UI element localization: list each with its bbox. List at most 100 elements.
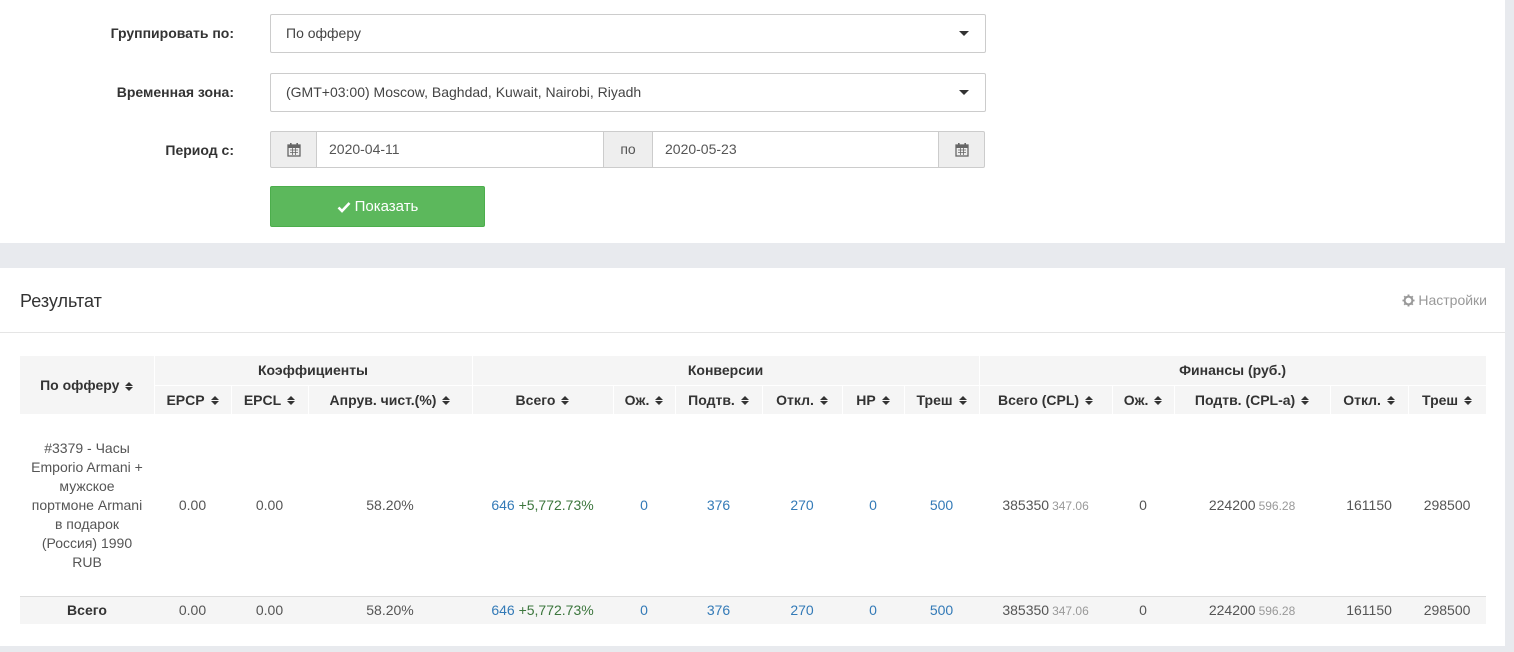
sort-icon [655,396,663,405]
col-fin-confirm[interactable]: Подтв. (CPL-a) [1174,385,1331,415]
total-conv-reject: 270 [762,595,842,624]
cell-conv-reject: 270 [762,414,842,596]
total-conv-np: 0 [842,595,904,624]
cell-fin-wait: 0 [1139,497,1147,513]
cell-fin-total: 385350 347.06 [1002,497,1089,513]
col-approve[interactable]: Апрув. чист.(%) [308,385,473,415]
caret-down-icon [959,31,969,36]
group-by-value: По офферу [286,25,361,41]
settings-link[interactable]: Настройки [1402,292,1487,308]
results-panel: Результат Настройки По офферу Коэффициен… [0,268,1505,646]
total-conv-wait: 0 [613,595,675,624]
date-from-calendar-button[interactable] [270,131,317,168]
cell-conv-confirm: 376 [675,414,762,596]
sort-icon [1154,396,1162,405]
group-header-finance: Финансы (руб.) [979,356,1487,386]
cell-conv-np: 0 [842,414,904,596]
col-epcl[interactable]: EPCL [231,385,309,415]
settings-label: Настройки [1418,292,1487,308]
total-row: Всего 0.00 0.00 58.20% 646 +5,772.73% 0 … [20,595,1487,624]
sort-icon [1464,396,1472,405]
total-conv-trash: 500 [904,595,980,624]
show-button[interactable]: Показать [270,186,485,227]
conv-total-link[interactable]: 646 [491,497,514,513]
conv-trash-link[interactable]: 500 [930,497,953,513]
col-conv-reject[interactable]: Откл. [762,385,843,415]
results-divider [0,332,1505,333]
total-epcl: 0.00 [231,595,308,624]
col-fin-trash[interactable]: Треш [1408,385,1487,415]
col-fin-total[interactable]: Всего (CPL) [979,385,1113,415]
col-conv-confirm[interactable]: Подтв. [675,385,763,415]
period-label: Период с: [165,142,234,158]
sort-icon [125,382,133,391]
timezone-label: Временная зона: [116,84,234,100]
sort-icon [1085,396,1093,405]
sort-icon [1387,396,1395,405]
cell-epcl: 0.00 [255,497,284,513]
caret-down-icon [959,90,969,95]
col-conv-wait[interactable]: Ож. [613,385,676,415]
total-conv-confirm: 376 [675,595,762,624]
sort-icon [211,396,219,405]
col-offer[interactable]: По офферу [20,356,155,415]
cell-epcp: 0.00 [178,497,207,513]
group-by-label: Группировать по: [110,25,234,41]
check-icon [337,202,351,213]
conv-wait-link[interactable]: 0 [640,497,648,513]
col-conv-trash[interactable]: Треш [904,385,980,415]
total-conv-total-delta: +5,772.73% [518,602,594,619]
cell-fin-trash: 298500 [1423,497,1471,513]
timezone-select[interactable]: (GMT+03:00) Moscow, Baghdad, Kuwait, Nai… [270,73,986,112]
sort-icon [741,396,749,405]
sort-icon [959,396,967,405]
fin-total-cpl: 347.06 [1052,499,1089,513]
sort-icon [287,396,295,405]
conv-reject-link[interactable]: 270 [790,497,813,513]
date-range-separator: по [603,131,653,168]
total-epcp: 0.00 [154,595,231,624]
total-conv-total: 646 +5,772.73% [472,595,613,624]
total-fin-reject: 161150 [1330,595,1409,624]
col-conv-total[interactable]: Всего [472,385,614,415]
cell-conv-total: 646 +5,772.73% [472,414,613,596]
fin-confirm-cpl: 596.28 [1258,499,1296,513]
sort-icon [882,396,890,405]
sort-icon [1301,396,1309,405]
cell-conv-trash: 500 [904,414,979,596]
conv-np-link[interactable]: 0 [869,497,877,513]
stats-table: По офферу Коэффициенты Конверсии Финансы… [20,356,1487,624]
total-fin-confirm: 224200 596.28 [1174,595,1331,624]
results-title: Результат [20,291,102,311]
calendar-icon [954,143,969,157]
group-by-select[interactable]: По офферу [270,14,986,53]
conv-confirm-link[interactable]: 376 [707,497,730,513]
col-fin-reject[interactable]: Откл. [1330,385,1409,415]
total-conv-total-link[interactable]: 646 [491,602,514,618]
cell-approve: 58.20% [366,497,414,513]
date-to-input[interactable]: 2020-05-23 [653,131,939,168]
sort-icon [820,396,828,405]
group-header-conversions: Конверсии [472,356,980,386]
timezone-value: (GMT+03:00) Moscow, Baghdad, Kuwait, Nai… [286,84,642,100]
total-fin-trash: 298500 [1408,595,1487,624]
date-from-input[interactable]: 2020-04-11 [317,131,604,168]
total-fin-total: 385350 347.06 [979,595,1113,624]
sort-icon [442,396,450,405]
calendar-icon [286,143,301,157]
filter-panel: Группировать по: По офферу Временная зон… [0,0,1505,243]
col-epcp[interactable]: EPCP [154,385,232,415]
cell-fin-reject: 161150 [1346,497,1392,513]
cell-conv-wait: 0 [613,414,675,596]
total-approve: 58.20% [308,595,472,624]
offer-name: #3379 - Часы Emporio Armani + мужское по… [31,439,143,570]
cell-fin-confirm: 224200 596.28 [1208,497,1296,513]
sort-icon [561,396,569,405]
show-button-label: Показать [354,198,419,215]
group-header-coefficients: Коэффициенты [154,356,473,386]
col-conv-np[interactable]: НР [842,385,905,415]
conv-total-delta: +5,772.73% [518,497,594,513]
col-fin-wait[interactable]: Ож. [1112,385,1175,415]
gear-icon [1402,294,1415,307]
date-to-calendar-button[interactable] [938,131,985,168]
